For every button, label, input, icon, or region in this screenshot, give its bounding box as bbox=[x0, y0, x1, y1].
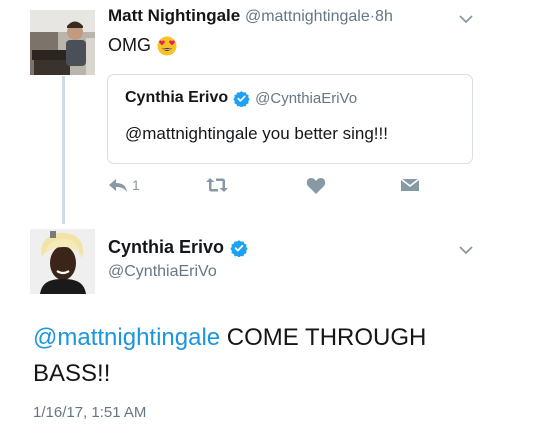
username-handle[interactable]: @mattnightingale bbox=[245, 8, 370, 25]
tweet-text: @mattnightingale COME THROUGH BASS!! bbox=[33, 320, 503, 392]
reply-icon bbox=[108, 177, 128, 193]
quoted-tweet-header: Cynthia Erivo @CynthiaEriVo bbox=[125, 89, 357, 107]
tweet-action-bar: 1 bbox=[108, 177, 438, 199]
tweet-header: Cynthia Erivo bbox=[108, 237, 253, 258]
tweet-timestamp[interactable]: 1/16/17, 1:51 AM bbox=[33, 404, 146, 421]
like-button[interactable] bbox=[306, 177, 326, 195]
avatar[interactable] bbox=[30, 10, 95, 75]
verified-badge-icon bbox=[230, 239, 248, 258]
chevron-down-icon[interactable] bbox=[456, 243, 476, 257]
heart-icon bbox=[306, 177, 326, 195]
username-handle[interactable]: @CynthiaEriVo bbox=[108, 263, 217, 281]
mention-link[interactable]: @mattnightingale bbox=[33, 324, 220, 351]
retweet-button[interactable] bbox=[205, 177, 229, 193]
display-name[interactable]: Matt Nightingale bbox=[108, 6, 240, 25]
thread-connector-line bbox=[62, 76, 65, 224]
reply-count: 1 bbox=[132, 177, 140, 193]
retweet-icon bbox=[205, 177, 229, 193]
tweet-header: Matt Nightingale @mattnightingale·8h bbox=[108, 6, 393, 26]
tweet-text: OMG bbox=[108, 35, 177, 56]
avatar[interactable] bbox=[30, 229, 95, 294]
heart-eyes-emoji-icon bbox=[157, 36, 177, 56]
display-name[interactable]: Cynthia Erivo bbox=[108, 237, 224, 258]
verified-badge-icon bbox=[233, 90, 250, 107]
quoted-display-name: Cynthia Erivo bbox=[125, 89, 229, 106]
quoted-tweet-text: @mattnightingale you better sing!!! bbox=[125, 124, 388, 143]
direct-message-button[interactable] bbox=[400, 177, 420, 193]
quoted-username-handle: @CynthiaEriVo bbox=[255, 89, 358, 107]
tweet-time[interactable]: 8h bbox=[375, 8, 393, 25]
quoted-tweet-card[interactable]: Cynthia Erivo @CynthiaEriVo @mattnightin… bbox=[107, 74, 473, 164]
chevron-down-icon[interactable] bbox=[456, 12, 476, 26]
tweet-text-content: OMG bbox=[108, 35, 151, 55]
envelope-icon bbox=[400, 177, 420, 193]
reply-button[interactable]: 1 bbox=[108, 177, 140, 193]
